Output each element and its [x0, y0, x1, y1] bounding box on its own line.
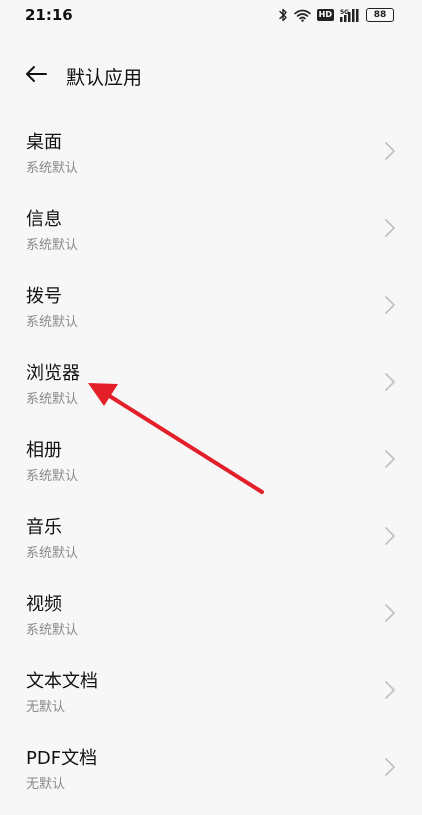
list-item-music[interactable]: 音乐 系统默认 — [0, 497, 422, 574]
chevron-right-icon — [385, 142, 395, 160]
item-title: 音乐 — [26, 517, 62, 538]
chevron-right-icon — [385, 450, 395, 468]
chevron-right-icon — [385, 219, 395, 237]
item-title: 文本文档 — [26, 671, 98, 692]
list-item-text-document[interactable]: 文本文档 无默认 — [0, 651, 422, 728]
cellular-signal-icon: 5G — [340, 8, 360, 23]
list-item-browser[interactable]: 浏览器 系统默认 — [0, 343, 422, 420]
chevron-right-icon — [385, 373, 395, 391]
network-label: 5G — [340, 9, 349, 16]
chevron-right-icon — [385, 681, 395, 699]
item-title: 信息 — [26, 209, 62, 230]
back-button[interactable] — [18, 58, 54, 90]
item-subtitle: 无默认 — [26, 700, 66, 715]
item-title: 拨号 — [26, 286, 62, 307]
item-title: 相册 — [26, 440, 62, 461]
item-subtitle: 系统默认 — [26, 469, 79, 484]
item-title: PDF文档 — [26, 748, 98, 769]
item-subtitle: 系统默认 — [26, 161, 79, 176]
item-title: 视频 — [26, 594, 62, 615]
list-item-messages[interactable]: 信息 系统默认 — [0, 189, 422, 266]
item-subtitle: 系统默认 — [26, 546, 79, 561]
arrow-left-icon — [26, 66, 47, 82]
item-title: 桌面 — [26, 132, 62, 153]
item-subtitle: 系统默认 — [26, 623, 79, 638]
chevron-right-icon — [385, 296, 395, 314]
item-subtitle: 系统默认 — [26, 238, 79, 253]
item-title: 浏览器 — [26, 363, 80, 384]
status-time: 21:16 — [25, 6, 73, 24]
page-title: 默认应用 — [66, 67, 143, 89]
list-item-gallery[interactable]: 相册 系统默认 — [0, 420, 422, 497]
item-subtitle: 无默认 — [26, 777, 66, 792]
battery-level: 88 — [373, 10, 387, 20]
wifi-icon — [293, 9, 311, 22]
battery-icon: 88 — [366, 8, 394, 22]
header: 默认应用 — [0, 52, 422, 96]
status-bar: 21:16 HD 5G 88 — [0, 0, 422, 32]
hd-badge: HD — [316, 9, 334, 21]
list-item-dialer[interactable]: 拨号 系统默认 — [0, 266, 422, 343]
list-item-video[interactable]: 视频 系统默认 — [0, 574, 422, 651]
item-subtitle: 系统默认 — [26, 392, 79, 407]
bluetooth-icon — [278, 8, 288, 22]
list-item-pdf-document[interactable]: PDF文档 无默认 — [0, 728, 422, 805]
list-item-desktop[interactable]: 桌面 系统默认 — [0, 112, 422, 189]
chevron-right-icon — [385, 604, 395, 622]
chevron-right-icon — [385, 527, 395, 545]
status-icons: HD 5G 88 — [278, 6, 394, 24]
item-subtitle: 系统默认 — [26, 315, 79, 330]
chevron-right-icon — [385, 758, 395, 776]
default-apps-list: 桌面 系统默认 信息 系统默认 拨号 系统默认 浏览器 系统默认 相册 系统默认… — [0, 112, 422, 805]
